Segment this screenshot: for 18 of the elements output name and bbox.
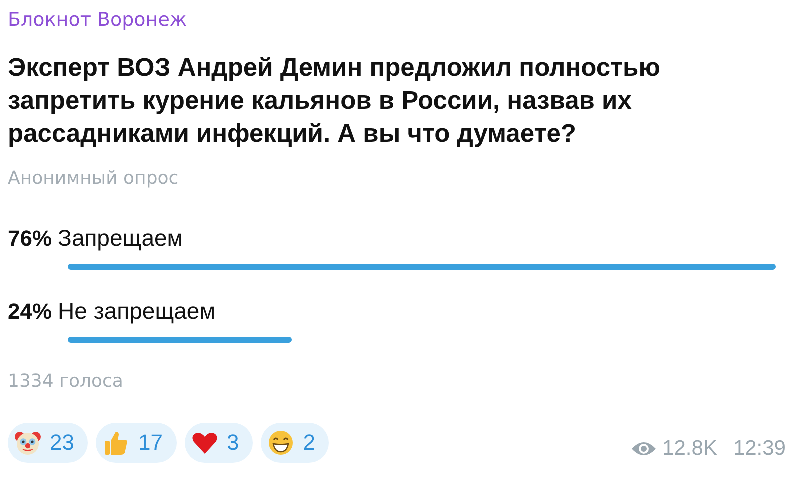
channel-name[interactable]: Блокнот Воронеж bbox=[8, 4, 188, 36]
option-percent: 24% bbox=[8, 299, 52, 325]
clown-face-icon bbox=[14, 429, 42, 457]
option-label: Запрещаем bbox=[58, 225, 184, 251]
eye-icon bbox=[630, 440, 657, 458]
grinning-face-icon bbox=[267, 429, 296, 457]
reaction-button[interactable]: 3 bbox=[184, 423, 254, 463]
option-label: Не запрещаем bbox=[58, 298, 216, 324]
poll-type-label: Анонимный опрос bbox=[8, 167, 180, 191]
reaction-button[interactable]: 23 bbox=[8, 423, 88, 463]
option-percent: 76% bbox=[8, 226, 52, 252]
vote-count: 1334 голоса bbox=[8, 370, 124, 394]
poll-question: Эксперт ВОЗ Андрей Демин предложил полностью запретить курение кальянов в России, назвав их рассадниками инфекций. А вы что думаете? bbox=[8, 53, 662, 150]
reaction-button[interactable]: 17 bbox=[96, 423, 177, 463]
message-time: 12:39 bbox=[733, 437, 786, 461]
thumbs-up-icon bbox=[102, 429, 130, 457]
reaction-button[interactable]: 2 bbox=[261, 423, 330, 463]
view-count: 12.8K bbox=[662, 437, 718, 461]
